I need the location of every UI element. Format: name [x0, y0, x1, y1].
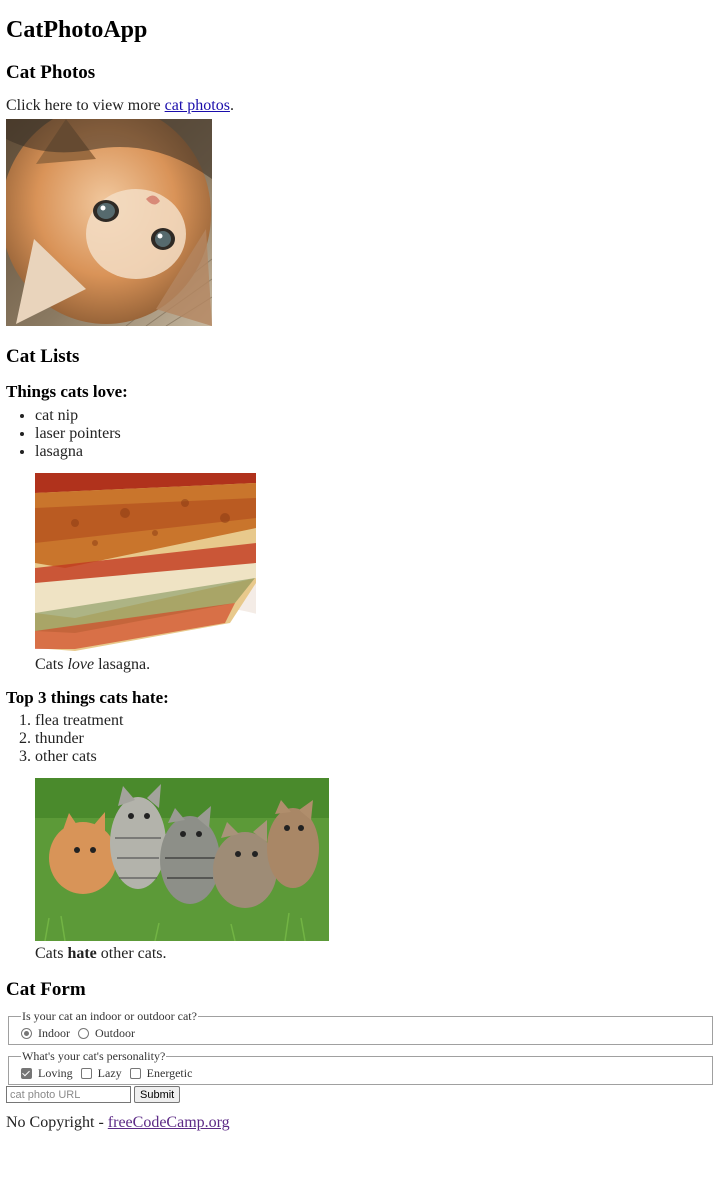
outdoor-radio[interactable] — [78, 1028, 89, 1040]
personality-fieldset: What's your cat's personality? Loving La… — [8, 1049, 713, 1085]
page: CatPhotoApp Cat Photos Click here to vie… — [0, 0, 720, 1134]
cat-photos-intro: Click here to view more cat photos. — [6, 97, 714, 117]
caption-text-end: lasagna. — [94, 656, 151, 673]
lasagna-image-box — [35, 473, 256, 652]
intro-end: . — [229, 97, 234, 114]
footer: No Copyright - freeCodeCamp.org — [6, 1114, 714, 1134]
loving-checkbox[interactable] — [21, 1068, 32, 1080]
kittens-caption: Cats hate other cats. — [35, 945, 714, 963]
personality-legend: What's your cat's personality? — [22, 1049, 166, 1063]
cat-form-heading: Cat Form — [6, 979, 86, 1000]
caption-text-start: Cats — [35, 945, 68, 962]
location-legend: Is your cat an indoor or outdoor cat? — [22, 1009, 197, 1023]
list-item: other cats — [35, 748, 714, 766]
lasagna-image — [35, 473, 256, 652]
location-fieldset: Is your cat an indoor or outdoor cat? In… — [8, 1009, 713, 1045]
relaxing-kitten-image — [6, 119, 212, 326]
cat-lists-heading: Cat Lists — [6, 346, 80, 367]
lazy-label: Lazy — [97, 1065, 122, 1080]
cat-lists-section: Cat Lists Things cats love: cat nip lase… — [6, 346, 714, 963]
cats-hate-list: flea treatment thunder other cats — [6, 712, 714, 766]
cat-photo-url-input[interactable] — [6, 1086, 131, 1103]
cat-form: Is your cat an indoor or outdoor cat? In… — [6, 1009, 714, 1103]
list-item: flea treatment — [35, 712, 714, 730]
freecodecamp-link[interactable]: freeCodeCamp.org — [108, 1114, 230, 1131]
lasagna-caption: Cats love lasagna. — [35, 656, 714, 674]
energetic-option[interactable]: Energetic — [129, 1065, 193, 1081]
kittens-figure: Cats hate other cats. — [35, 778, 714, 963]
kittens-on-grass-image — [35, 778, 329, 941]
lazy-checkbox[interactable] — [80, 1068, 92, 1080]
footer-text: No Copyright - — [6, 1114, 108, 1131]
form-controls-row: Submit — [6, 1086, 714, 1103]
caption-emphasis: hate — [67, 945, 97, 962]
caption-text-end: other cats. — [96, 945, 167, 962]
indoor-radio[interactable] — [21, 1028, 32, 1040]
caption-emphasis: love — [67, 656, 95, 673]
outdoor-option[interactable]: Outdoor — [78, 1025, 135, 1041]
cats-love-list: cat nip laser pointers lasagna — [6, 407, 714, 461]
submit-button[interactable]: Submit — [134, 1086, 181, 1103]
kittens-image-box — [35, 778, 329, 941]
list-item: thunder — [35, 730, 714, 748]
list-item: lasagna — [35, 443, 714, 461]
energetic-label: Energetic — [146, 1065, 193, 1080]
cats-love-heading: Things cats love: — [6, 382, 128, 401]
cat-photos-section: Cat Photos Click here to view more cat p… — [6, 62, 714, 326]
cat-photos-link[interactable]: cat photos — [165, 97, 230, 114]
list-item: laser pointers — [35, 425, 714, 443]
intro-text: Click here to view more — [6, 97, 165, 114]
lasagna-figure: Cats love lasagna. — [35, 473, 714, 674]
cats-hate-heading: Top 3 things cats hate: — [6, 688, 169, 707]
energetic-checkbox[interactable] — [129, 1068, 141, 1080]
indoor-label: Indoor — [38, 1025, 70, 1040]
cat-form-section: Cat Form Is your cat an indoor or outdoo… — [6, 979, 714, 1103]
caption-text-start: Cats — [35, 656, 68, 673]
kitten-photo-link[interactable] — [6, 119, 212, 326]
indoor-option[interactable]: Indoor — [21, 1025, 70, 1041]
loving-label: Loving — [38, 1065, 73, 1080]
outdoor-label: Outdoor — [95, 1025, 135, 1040]
loving-option[interactable]: Loving — [21, 1065, 73, 1081]
app-title: CatPhotoApp — [6, 17, 148, 43]
cat-photos-heading: Cat Photos — [6, 62, 96, 83]
list-item: cat nip — [35, 407, 714, 425]
lazy-option[interactable]: Lazy — [80, 1065, 122, 1081]
